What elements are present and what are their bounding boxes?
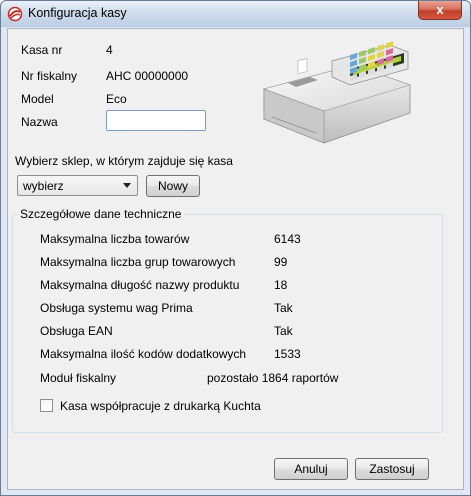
shop-select-value: wybierz bbox=[23, 179, 64, 193]
nazwa-input[interactable] bbox=[106, 110, 206, 131]
kuchta-printer-label[interactable]: Kasa współpracuje z drukarką Kuchta bbox=[60, 399, 261, 413]
chevron-down-icon bbox=[123, 183, 131, 188]
tech-row-label: Maksymalna liczba towarów bbox=[40, 232, 190, 246]
cash-register-icon bbox=[263, 41, 411, 144]
tech-row-label: Maksymalna ilość kodów dodatkowych bbox=[40, 347, 247, 361]
cancel-button[interactable]: Anuluj bbox=[274, 458, 348, 480]
close-button[interactable]: x bbox=[418, 1, 462, 20]
fiscal-module-value: pozostało 1864 raportów bbox=[207, 371, 339, 385]
config-window: Konfiguracja kasy x Kasa nr 4 Nr fiskaln… bbox=[0, 0, 471, 496]
model-value: Eco bbox=[106, 92, 127, 106]
tech-row-value: Tak bbox=[274, 301, 293, 315]
tech-row-label: Maksymalna długość nazwy produktu bbox=[40, 278, 240, 292]
tech-row-value: 6143 bbox=[274, 232, 301, 246]
nr-fiskalny-value: AHC 00000000 bbox=[106, 69, 189, 83]
model-label: Model bbox=[21, 92, 54, 106]
new-shop-button[interactable]: Nowy bbox=[146, 175, 200, 197]
kuchta-printer-checkbox[interactable] bbox=[40, 399, 53, 412]
nazwa-label: Nazwa bbox=[21, 115, 58, 129]
tech-row-value: 1533 bbox=[274, 347, 301, 361]
kasa-nr-label: Kasa nr bbox=[21, 43, 63, 57]
tech-row-value: 99 bbox=[274, 255, 288, 269]
shop-prompt-label: Wybierz sklep, w którym zajduje się kasa bbox=[15, 154, 233, 168]
tech-details-title: Szczegółowe dane techniczne bbox=[17, 207, 185, 221]
kasa-nr-value: 4 bbox=[106, 43, 113, 57]
nr-fiskalny-label: Nr fiskalny bbox=[21, 69, 78, 83]
tech-row-value: Tak bbox=[274, 324, 293, 338]
tech-row-label: Maksymalna liczba grup towarowych bbox=[40, 255, 236, 269]
title-bar[interactable]: Konfiguracja kasy x bbox=[1, 1, 470, 27]
app-logo-icon bbox=[7, 6, 23, 22]
close-icon: x bbox=[436, 2, 444, 17]
tech-row-label: Obsługa EAN bbox=[40, 324, 113, 338]
tech-row-label: Obsługa systemu wag Prima bbox=[40, 301, 193, 315]
dialog-body: Kasa nr 4 Nr fiskalny AHC 00000000 Model… bbox=[7, 28, 464, 490]
fiscal-module-label: Moduł fiskalny bbox=[40, 371, 117, 385]
tech-row-value: 18 bbox=[274, 278, 288, 292]
apply-button[interactable]: Zastosuj bbox=[355, 458, 429, 480]
shop-select[interactable]: wybierz bbox=[17, 175, 138, 196]
window-title: Konfiguracja kasy bbox=[28, 6, 127, 20]
